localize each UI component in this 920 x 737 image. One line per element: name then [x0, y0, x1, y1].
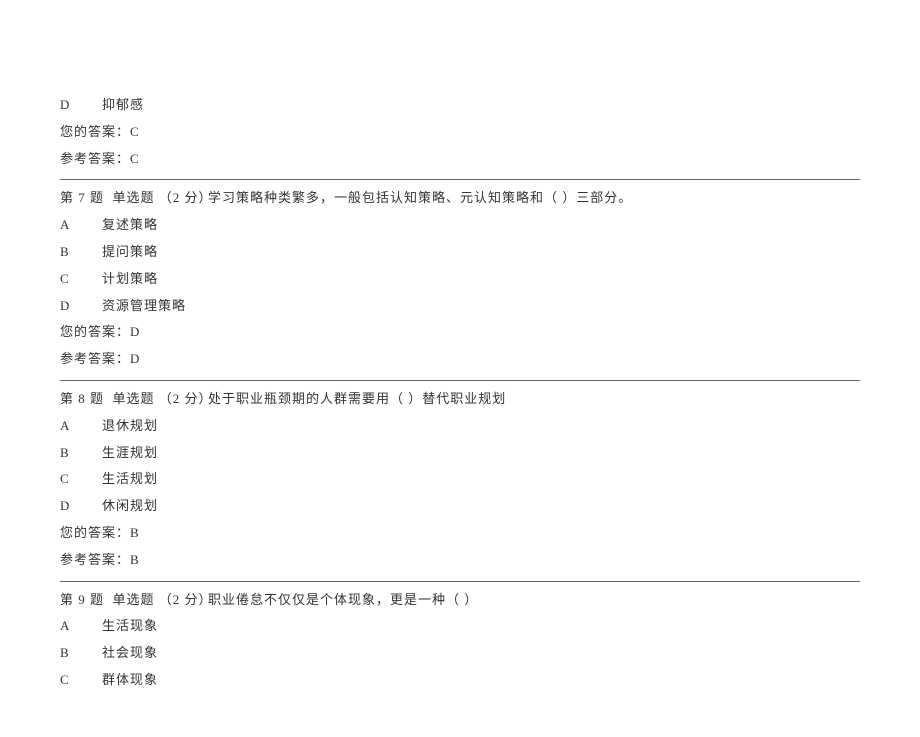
your-answer-label: 您的答案：	[60, 525, 130, 540]
option-text: 生活规划	[102, 469, 860, 490]
your-answer-label: 您的答案：	[60, 124, 130, 139]
option-row: A 退休规划	[60, 416, 860, 437]
option-text: 计划策略	[102, 269, 860, 290]
option-text: 复述策略	[102, 215, 860, 236]
option-letter: A	[60, 215, 102, 236]
question-9: 第 9 题 单选题 （2 分） 职业倦怠不仅仅是个体现象，更是一种（ ） A 生…	[60, 590, 860, 691]
question-points: （2 分）	[159, 190, 213, 205]
option-text: 生活现象	[102, 616, 860, 637]
your-answer-value: C	[130, 124, 140, 139]
option-row: C 计划策略	[60, 269, 860, 290]
option-row: D 休闲规划	[60, 496, 860, 517]
question-8: 第 8 题 单选题 （2 分） 处于职业瓶颈期的人群需要用（ ）替代职业规划 A…	[60, 389, 860, 571]
option-letter: B	[60, 242, 102, 263]
question-points: （2 分）	[159, 592, 213, 607]
option-text: 群体现象	[102, 670, 860, 691]
option-letter: D	[60, 296, 102, 317]
ref-answer-line: 参考答案：D	[60, 349, 860, 370]
option-text: 生涯规划	[102, 443, 860, 464]
your-answer-label: 您的答案：	[60, 324, 130, 339]
question-points: （2 分）	[159, 391, 213, 406]
ref-answer-value: C	[130, 151, 140, 166]
question-number: 第 8 题	[60, 391, 104, 406]
ref-answer-value: D	[130, 351, 140, 366]
question-type: 单选题	[113, 190, 155, 205]
ref-answer-label: 参考答案：	[60, 151, 130, 166]
your-answer-value: B	[130, 525, 140, 540]
question-stem: 处于职业瓶颈期的人群需要用（ ）替代职业规划	[208, 389, 860, 410]
divider	[60, 581, 860, 582]
option-row: D 资源管理策略	[60, 296, 860, 317]
option-letter: D	[60, 95, 102, 116]
option-text: 抑郁感	[102, 95, 860, 116]
ref-answer-line: 参考答案：C	[60, 149, 860, 170]
option-row: B 提问策略	[60, 242, 860, 263]
option-letter: B	[60, 643, 102, 664]
option-letter: D	[60, 496, 102, 517]
option-row: A 生活现象	[60, 616, 860, 637]
option-row: A 复述策略	[60, 215, 860, 236]
question-header: 第 9 题 单选题 （2 分） 职业倦怠不仅仅是个体现象，更是一种（ ）	[60, 590, 860, 611]
option-letter: A	[60, 616, 102, 637]
question-stem: 职业倦怠不仅仅是个体现象，更是一种（ ）	[208, 590, 860, 611]
option-row: C 群体现象	[60, 670, 860, 691]
option-text: 退休规划	[102, 416, 860, 437]
option-row: B 生涯规划	[60, 443, 860, 464]
ref-answer-label: 参考答案：	[60, 351, 130, 366]
your-answer-line: 您的答案：B	[60, 523, 860, 544]
question-meta: 第 8 题 单选题 （2 分）	[60, 389, 208, 410]
option-letter: C	[60, 269, 102, 290]
question-stem: 学习策略种类繁多，一般包括认知策略、元认知策略和（ ）三部分。	[208, 188, 860, 209]
option-row: D 抑郁感	[60, 95, 860, 116]
option-letter: C	[60, 670, 102, 691]
option-letter: B	[60, 443, 102, 464]
question-type: 单选题	[113, 592, 155, 607]
option-row: C 生活规划	[60, 469, 860, 490]
your-answer-value: D	[130, 324, 140, 339]
question-7: 第 7 题 单选题 （2 分） 学习策略种类繁多，一般包括认知策略、元认知策略和…	[60, 188, 860, 370]
option-text: 休闲规划	[102, 496, 860, 517]
ref-answer-value: B	[130, 552, 140, 567]
option-text: 社会现象	[102, 643, 860, 664]
divider	[60, 380, 860, 381]
option-text: 提问策略	[102, 242, 860, 263]
question-header: 第 8 题 单选题 （2 分） 处于职业瓶颈期的人群需要用（ ）替代职业规划	[60, 389, 860, 410]
divider	[60, 179, 860, 180]
question-number: 第 9 题	[60, 592, 104, 607]
question-header: 第 7 题 单选题 （2 分） 学习策略种类繁多，一般包括认知策略、元认知策略和…	[60, 188, 860, 209]
question-number: 第 7 题	[60, 190, 104, 205]
question-meta: 第 7 题 单选题 （2 分）	[60, 188, 208, 209]
your-answer-line: 您的答案：C	[60, 122, 860, 143]
question-meta: 第 9 题 单选题 （2 分）	[60, 590, 208, 611]
option-row: B 社会现象	[60, 643, 860, 664]
question-6-partial: D 抑郁感 您的答案：C 参考答案：C	[60, 95, 860, 169]
ref-answer-line: 参考答案：B	[60, 550, 860, 571]
ref-answer-label: 参考答案：	[60, 552, 130, 567]
option-letter: A	[60, 416, 102, 437]
question-type: 单选题	[113, 391, 155, 406]
option-letter: C	[60, 469, 102, 490]
your-answer-line: 您的答案：D	[60, 322, 860, 343]
option-text: 资源管理策略	[102, 296, 860, 317]
